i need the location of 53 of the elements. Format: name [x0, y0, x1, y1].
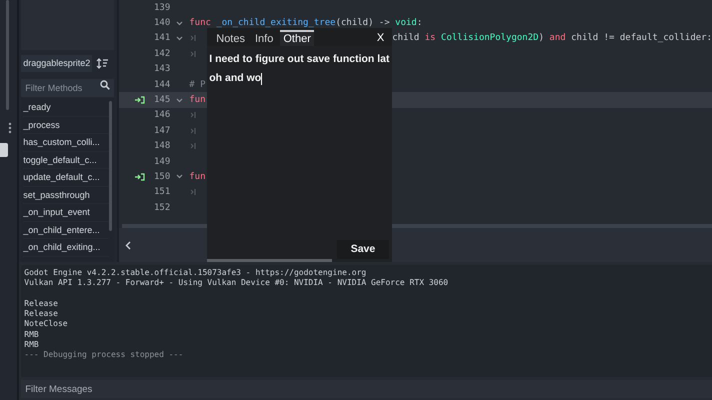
line-number: 142 [152, 48, 170, 59]
line-number: 144 [152, 80, 170, 90]
log-line: Godot Engine v4.2.2.stable.official.15073afe3 - https://godotengine.org [24, 268, 368, 278]
scrollbar[interactable] [109, 101, 112, 231]
line-number: 149 [152, 156, 170, 167]
script-name-field[interactable]: draggablesprite2 [21, 55, 92, 72]
log-line: NoteClose [24, 319, 69, 330]
line-number: 139 [152, 2, 170, 13]
fold-chevron-icon[interactable] [176, 20, 184, 26]
code-text: child is CollisionPolygon2D) and child != default_collider: [392, 33, 712, 44]
scrollbar[interactable] [207, 259, 332, 262]
code-text: # P [189, 80, 206, 90]
close-button[interactable]: X [374, 32, 386, 44]
line-number: 141 [152, 33, 170, 44]
note-tab[interactable]: Info [252, 30, 276, 46]
log-line: Release [24, 298, 59, 310]
line-number: 148 [152, 141, 170, 152]
save-button[interactable]: Save [336, 240, 390, 259]
line-number: 143 [152, 64, 170, 74]
line-number: 152 [152, 202, 170, 213]
filter-methods-field[interactable]: Filter Methods [21, 79, 114, 97]
line-number: 147 [152, 126, 170, 136]
fold-chevron-icon[interactable] [176, 98, 184, 103]
signal-connection-icon[interactable] [135, 172, 146, 181]
strip-field[interactable] [0, 143, 8, 157]
code-text: func _on_child_exiting_tree(child) -> void: [189, 18, 422, 28]
sort-icon[interactable] [96, 58, 108, 69]
search-icon [100, 80, 110, 90]
text-caret-icon [261, 72, 262, 84]
filter-messages-field[interactable]: Filter Messages [21, 380, 712, 398]
line-number: 150 [152, 172, 170, 182]
code-text: fun [189, 172, 206, 182]
line-number: 151 [152, 187, 170, 198]
log-line: RMB [24, 330, 40, 340]
log-line: --- Debugging process stopped --- [24, 350, 184, 361]
log-line: Release [24, 309, 59, 320]
method-item[interactable]: _on_child_exiting... [23, 239, 110, 256]
note-tab[interactable]: Other [280, 30, 314, 46]
method-item[interactable]: _on_child_entere... [23, 222, 110, 239]
kebab-menu-icon[interactable] [8, 122, 12, 134]
line-number: 140 [152, 18, 170, 28]
scrollbar[interactable] [6, 0, 9, 110]
log-line: Vulkan API 1.3.277 - Forward+ - Using Vulkan Device #0: NVIDIA - NVIDIA GeForce RTX 3060 [24, 278, 450, 289]
fold-chevron-icon[interactable] [176, 174, 184, 180]
code-text: fun [189, 95, 206, 106]
fold-chevron-icon[interactable] [176, 36, 184, 41]
signal-connection-icon[interactable] [135, 96, 146, 104]
line-number: 146 [152, 110, 170, 120]
note-text-field[interactable]: I need to figure out save function lat oh and wo [207, 46, 392, 240]
chevron-left-icon[interactable] [125, 240, 132, 250]
log-line: RMB [24, 340, 40, 350]
note-tab[interactable]: Notes [213, 30, 248, 46]
line-number: 145 [152, 95, 170, 106]
